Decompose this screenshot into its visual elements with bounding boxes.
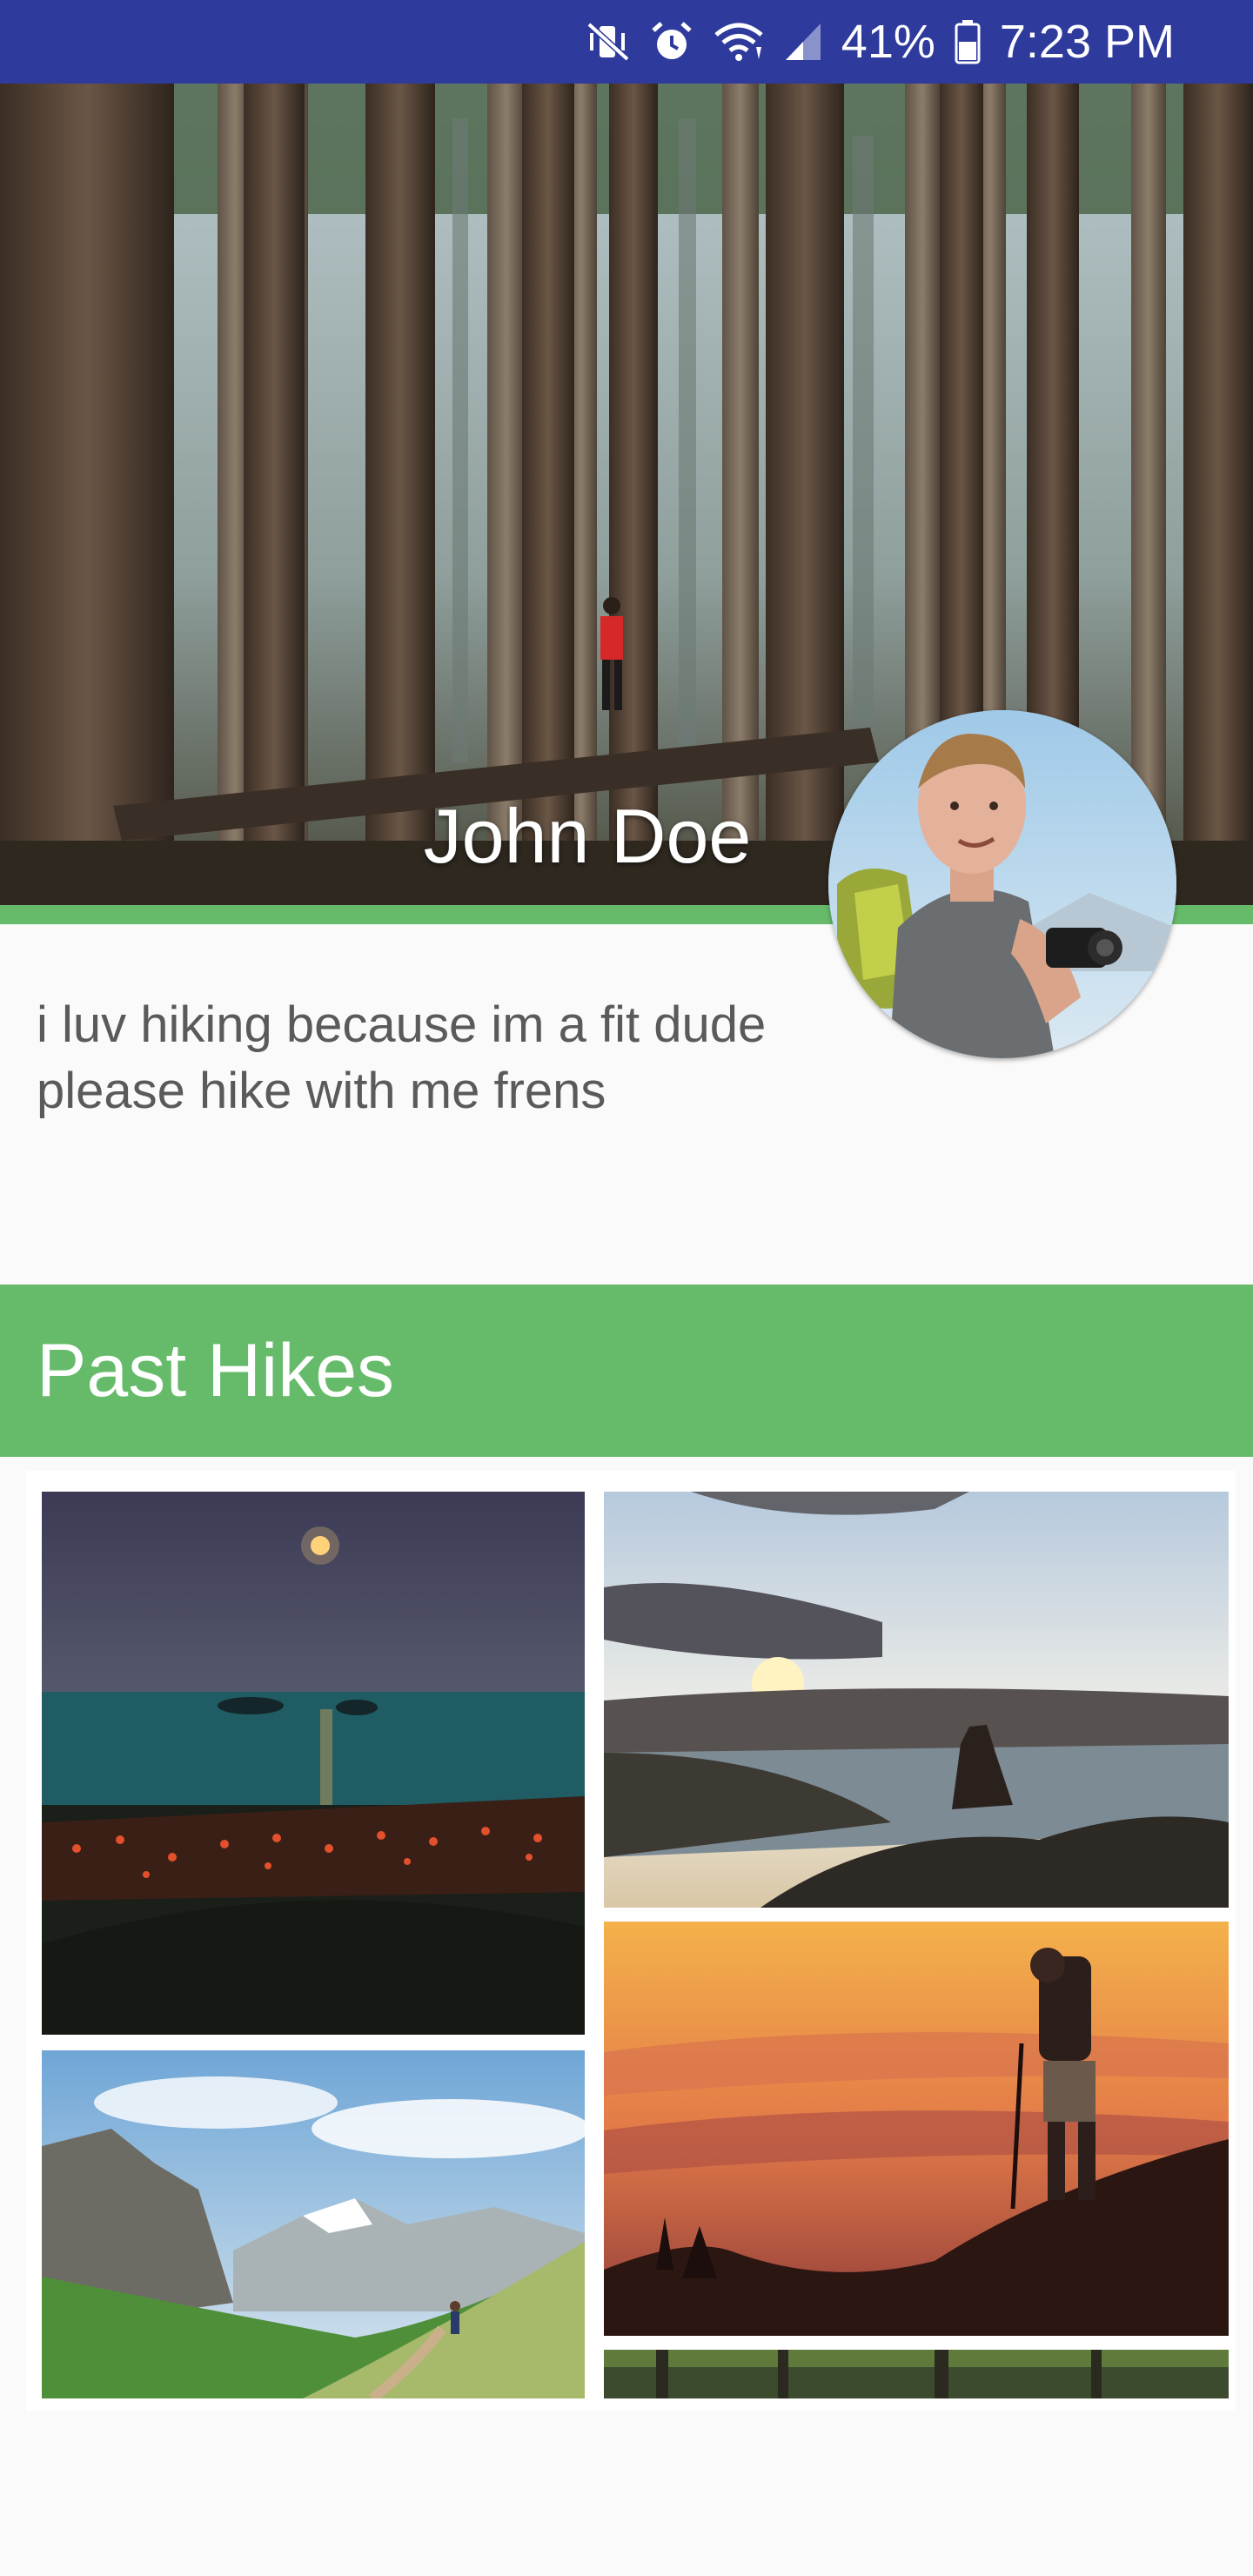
battery-percentage: 41%	[841, 16, 935, 68]
profile-bio: i luv hiking because im a fit dude pleas…	[37, 996, 767, 1119]
status-time: 7:23 PM	[999, 16, 1175, 68]
wifi-icon	[713, 21, 765, 63]
hike-photo-orange-ridge[interactable]	[604, 1922, 1229, 2336]
past-hikes-header: Past Hikes	[0, 1285, 1253, 1457]
past-hikes-title: Past Hikes	[37, 1328, 395, 1412]
hike-photo-forest-partial[interactable]	[604, 2350, 1229, 2398]
mute-vibrate-icon	[586, 21, 631, 63]
battery-icon	[955, 19, 981, 64]
avatar[interactable]	[828, 710, 1176, 1058]
signal-icon	[784, 22, 822, 62]
status-bar: 41% 7:23 PM	[0, 0, 1253, 84]
past-hikes-gallery	[26, 1471, 1236, 2411]
hike-photo-sunset-lake[interactable]	[604, 1492, 1229, 1908]
alarm-icon	[650, 20, 694, 64]
hike-photo-mountain-valley[interactable]	[42, 2050, 585, 2398]
hike-photo-night-coast[interactable]	[42, 1492, 585, 2035]
